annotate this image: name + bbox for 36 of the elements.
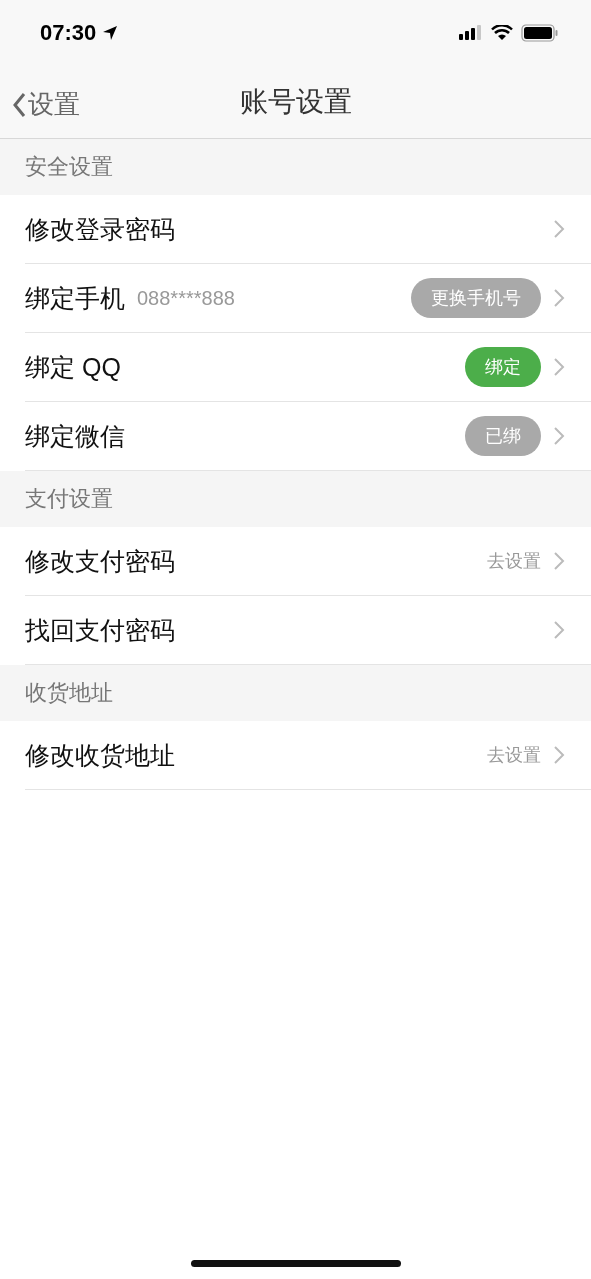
row-label: 绑定手机 [25,282,125,314]
row-hint: 去设置 [487,550,541,573]
row-label: 修改支付密码 [25,545,175,577]
row-hint: 去设置 [487,744,541,767]
row-label: 绑定 QQ [25,351,121,383]
settings-row[interactable]: 绑定 QQ 绑定 [25,333,591,402]
row-label: 修改收货地址 [25,739,175,771]
back-button[interactable]: 设置 [12,87,80,122]
status-pill: 已绑 [465,416,541,456]
chevron-icon [553,426,565,446]
chevron-icon [553,745,565,765]
section-header: 支付设置 [0,471,591,527]
location-arrow-icon [102,24,119,41]
chevron-icon [553,219,565,239]
chevron-icon [553,357,565,377]
battery-icon [521,23,559,42]
row-label: 找回支付密码 [25,614,175,646]
signal-icon [459,24,483,41]
section-header: 安全设置 [0,139,591,195]
row-label: 修改登录密码 [25,213,175,245]
page-title: 账号设置 [239,84,352,119]
wifi-icon [491,24,513,41]
chevron-icon [553,288,565,308]
settings-row[interactable]: 修改收货地址 去设置 [25,721,591,790]
settings-row[interactable]: 修改登录密码 [25,195,591,264]
status-pill: 更换手机号 [411,278,541,318]
section-header: 收货地址 [0,665,591,721]
back-chevron-icon [12,91,26,118]
settings-row[interactable]: 绑定手机 088****888 更换手机号 [25,264,591,333]
row-label: 绑定微信 [25,420,125,452]
status-time: 07:30 [40,19,97,46]
chevron-icon [553,620,565,640]
chevron-icon [553,551,565,571]
phone-number: 088****888 [137,286,235,310]
settings-row[interactable]: 修改支付密码 去设置 [25,527,591,596]
status-pill: 绑定 [465,347,541,387]
